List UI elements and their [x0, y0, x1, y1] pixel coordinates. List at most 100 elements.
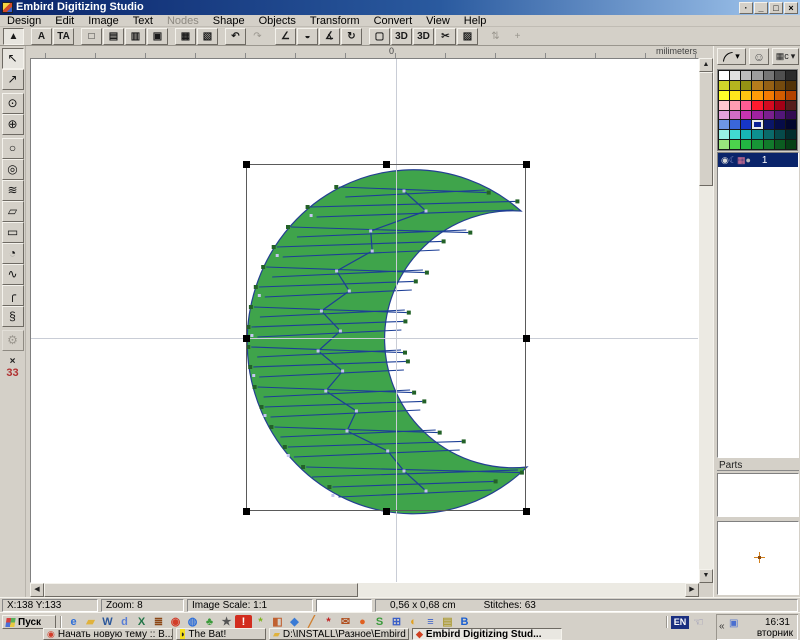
task-explorer[interactable]: ▰D:\INSTALL\Разное\Embird — [269, 628, 409, 640]
star-icon[interactable]: ★ — [218, 615, 235, 629]
palette-swatch[interactable] — [786, 140, 796, 149]
palette-swatch[interactable] — [719, 120, 729, 129]
palette-swatch[interactable] — [719, 71, 729, 80]
stitch-3d-button[interactable]: 3D — [413, 28, 434, 45]
palette-swatch[interactable] — [719, 91, 729, 100]
palette-swatch[interactable] — [730, 71, 740, 80]
palette-swatch[interactable] — [741, 120, 751, 129]
selection-handle[interactable] — [243, 161, 250, 168]
palette-swatch[interactable] — [764, 101, 774, 110]
palette-swatch[interactable] — [775, 81, 785, 90]
copy-button[interactable]: ▦ — [175, 28, 196, 45]
palette-swatch[interactable] — [764, 111, 774, 120]
restore-button[interactable]: □ — [769, 2, 783, 14]
doc-icon[interactable]: d — [116, 615, 133, 629]
palette-swatch[interactable] — [730, 120, 740, 129]
object-list-item-selected[interactable]: ◉☾▦● 1 — [718, 153, 798, 167]
zoom-tool[interactable]: ⊙ — [2, 93, 24, 114]
palette-swatch[interactable] — [719, 140, 729, 149]
palette-swatch[interactable] — [764, 81, 774, 90]
text-kern-button[interactable]: TA — [53, 28, 74, 45]
design-canvas[interactable]: 0 — [30, 58, 699, 583]
view-3d-button[interactable]: 3D — [391, 28, 412, 45]
half-icon[interactable]: ◐ — [405, 615, 422, 629]
palette-swatch[interactable] — [775, 111, 785, 120]
palette-swatch[interactable] — [730, 81, 740, 90]
node-edit-tool[interactable]: ↗ — [2, 69, 24, 90]
palette-swatch[interactable] — [741, 111, 751, 120]
outline-shape-tool[interactable]: ▱ — [2, 201, 24, 222]
palette-swatch[interactable] — [752, 111, 762, 120]
palette-swatch[interactable] — [741, 140, 751, 149]
menu-item-view[interactable]: View — [419, 15, 457, 27]
image-view-button[interactable]: ▲ — [3, 28, 24, 45]
close-button[interactable]: × — [784, 2, 798, 14]
hand-tray-icon[interactable]: ☜ — [693, 615, 704, 629]
palette-swatch[interactable] — [730, 130, 740, 139]
palette-swatch[interactable] — [752, 101, 762, 110]
palette-swatch[interactable] — [786, 130, 796, 139]
angle-button[interactable]: ∡ — [319, 28, 340, 45]
undo-button[interactable]: ↶ — [225, 28, 246, 45]
palette-swatch[interactable] — [719, 101, 729, 110]
paste-button[interactable]: ▧ — [197, 28, 218, 45]
scroll-down-button[interactable]: ▼ — [699, 569, 713, 583]
selection-handle[interactable] — [383, 161, 390, 168]
menu-item-image[interactable]: Image — [81, 15, 126, 27]
column-shape-tool[interactable]: ◎ — [2, 159, 24, 180]
selection-handle[interactable] — [523, 161, 530, 168]
palette-swatch[interactable] — [775, 101, 785, 110]
minimize-button[interactable]: _ — [754, 2, 768, 14]
selection-handle[interactable] — [243, 335, 250, 342]
rotate-button[interactable]: ↻ — [341, 28, 362, 45]
horizontal-scrollbar[interactable]: ◀ ▶ — [30, 583, 699, 597]
menu-item-edit[interactable]: Edit — [48, 15, 81, 27]
pattern-select-button[interactable]: ▦c ▾ — [772, 48, 799, 65]
palette-swatch[interactable] — [764, 91, 774, 100]
globe-icon[interactable]: ◍ — [184, 615, 201, 629]
menu-item-help[interactable]: Help — [457, 15, 494, 27]
selection-handle[interactable] — [243, 508, 250, 515]
horizontal-scroll-thumb[interactable] — [44, 583, 358, 597]
fill-shape-tool[interactable]: ○ — [2, 138, 24, 159]
sfumato-tool[interactable]: ≋ — [2, 180, 24, 201]
gauge-button[interactable]: ◒ — [297, 28, 318, 45]
diamond-icon[interactable]: ◆ — [286, 615, 303, 629]
language-indicator[interactable]: EN — [671, 616, 689, 629]
paint-icon[interactable]: ◧ — [269, 615, 286, 629]
import-button[interactable]: ▥ — [125, 28, 146, 45]
palette-swatch[interactable] — [752, 140, 762, 149]
menu-item-convert[interactable]: Convert — [367, 15, 420, 27]
bluetooth-icon[interactable]: B — [456, 615, 473, 629]
vertical-scroll-thumb[interactable] — [699, 72, 713, 186]
palette-swatch[interactable] — [741, 71, 751, 80]
parts-list[interactable] — [717, 473, 799, 517]
pointer-tool[interactable]: ↖ — [2, 48, 24, 69]
palette-swatch[interactable] — [786, 81, 796, 90]
download-icon[interactable]: ◉ — [167, 615, 184, 629]
palette-swatch[interactable] — [752, 91, 762, 100]
vertical-scrollbar[interactable]: ▲ ▼ — [699, 58, 713, 583]
lines-icon[interactable]: ≡ — [422, 615, 439, 629]
start-button[interactable]: Пуск — [2, 615, 56, 629]
plant-icon[interactable]: ♣ — [201, 615, 218, 629]
open-button[interactable]: ▤ — [103, 28, 124, 45]
palette-swatch[interactable] — [719, 130, 729, 139]
tray-app-icon[interactable]: ▣ — [729, 618, 738, 629]
flower-icon[interactable]: * — [252, 615, 269, 629]
palette-swatch[interactable] — [775, 140, 785, 149]
object-list[interactable]: ◉☾▦● 1 — [717, 152, 799, 458]
text-button[interactable]: A — [31, 28, 52, 45]
mail-icon[interactable]: ✉ — [337, 615, 354, 629]
lettering-tool[interactable]: § — [2, 306, 24, 327]
palette-swatch[interactable] — [764, 71, 774, 80]
palette-swatch[interactable] — [786, 101, 796, 110]
task-embird[interactable]: ◆Embird Digitizing Stud... — [412, 628, 562, 640]
palette-swatch[interactable] — [786, 71, 796, 80]
menu-item-text[interactable]: Text — [126, 15, 160, 27]
palette-swatch[interactable] — [764, 120, 774, 129]
tools-button[interactable]: ✂ — [435, 28, 456, 45]
palette-swatch[interactable] — [752, 120, 762, 129]
palette-swatch[interactable] — [741, 81, 751, 90]
arc-tool[interactable]: ╭ — [2, 285, 24, 306]
